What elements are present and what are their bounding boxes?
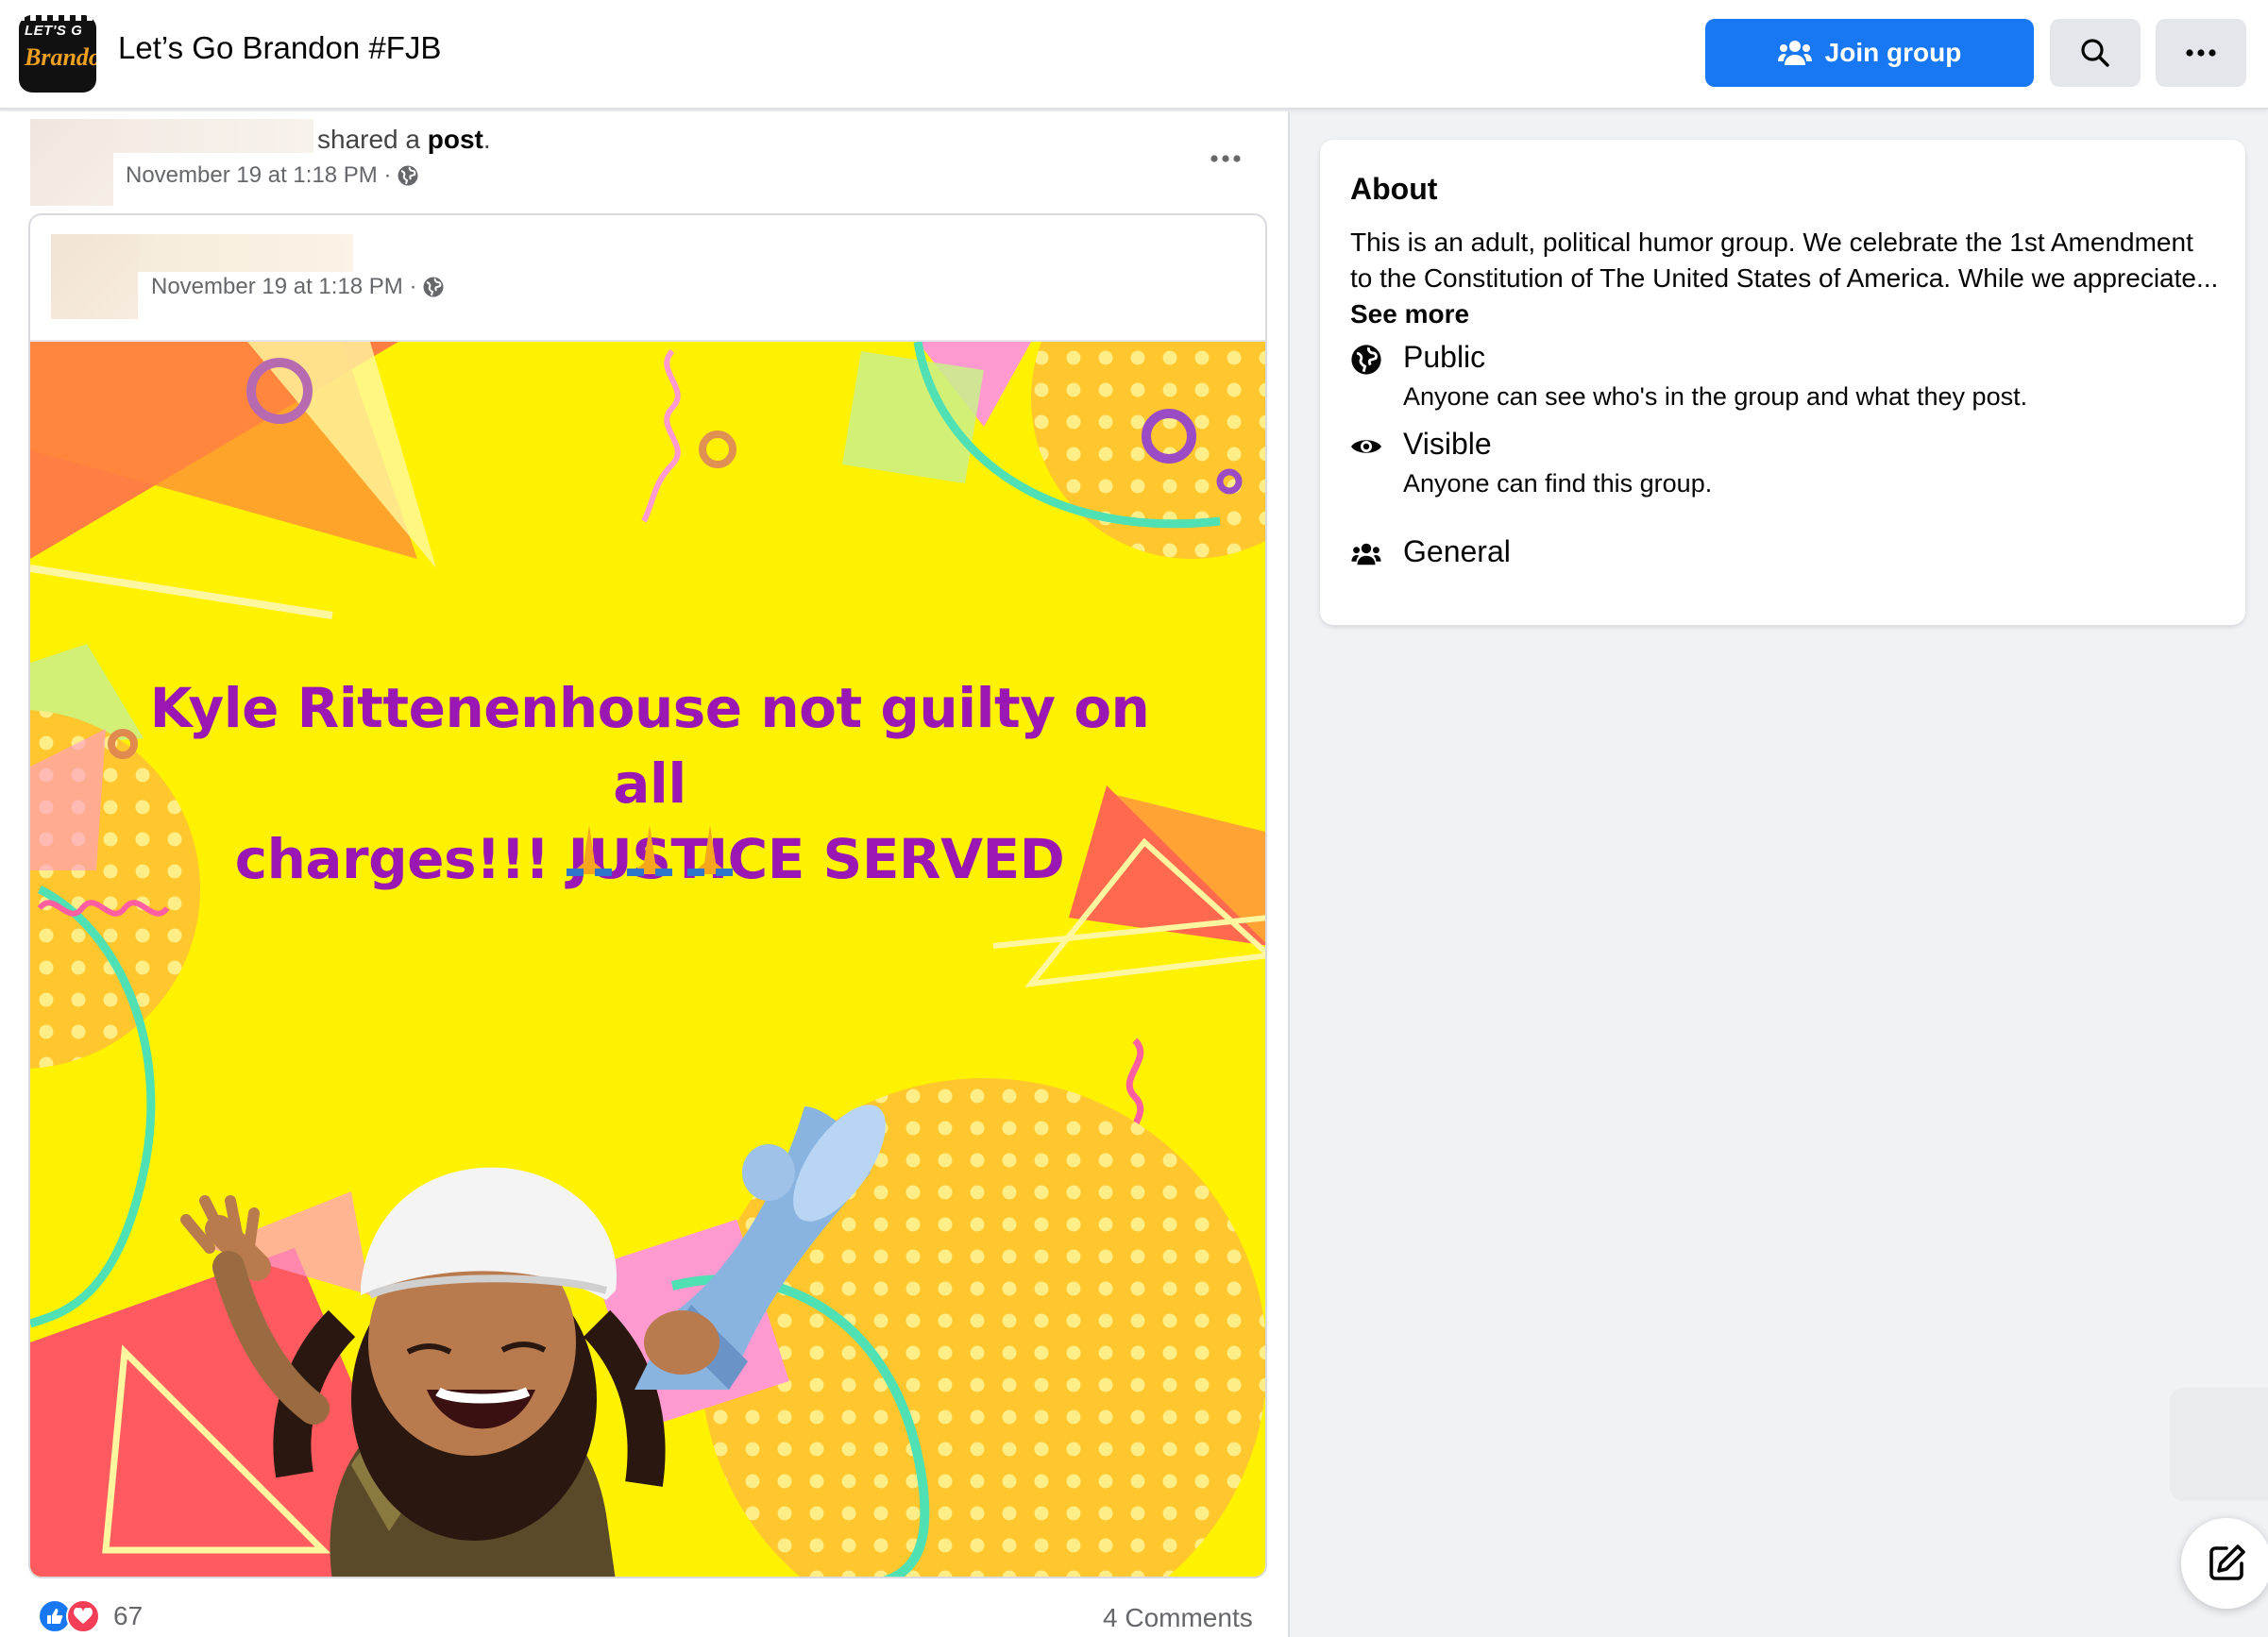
about-title: About: [1350, 172, 1438, 206]
inner-author-avatar-redacted[interactable]: [51, 234, 138, 319]
group-title[interactable]: Let’s Go Brandon #FJB: [118, 30, 441, 66]
post-image[interactable]: Kyle Rittenenhouse not guilty on all cha…: [30, 340, 1265, 1577]
about-card: About This is an adult, political humor …: [1320, 140, 2245, 625]
shared-post-link[interactable]: post: [428, 125, 483, 154]
folded-hands-icon: [567, 825, 733, 876]
feed-post: shared a post. November 19 at 1:18 PM · …: [0, 111, 1290, 1637]
public-title: Public: [1403, 340, 1486, 374]
search-icon: [2081, 39, 2109, 67]
post-image-background: [30, 342, 1265, 1577]
general-title: General: [1403, 534, 1511, 568]
logo-text-bottom: Brando: [25, 43, 96, 71]
visible-description: Anyone can find this group.: [1403, 469, 1713, 498]
love-reaction-icon: [66, 1599, 100, 1633]
shared-post-card[interactable]: November 19 at 1:18 PM · Kyle Rittenenho…: [28, 213, 1267, 1578]
see-more-link[interactable]: See more: [1350, 299, 1469, 329]
more-horizontal-icon: [1210, 155, 1241, 162]
about-description-text: This is an adult, political humor group.…: [1350, 228, 2219, 293]
people-icon: [1350, 538, 1382, 570]
reaction-summary[interactable]: 67: [38, 1599, 143, 1633]
more-horizontal-icon: [2186, 49, 2216, 57]
privacy-public-row: Public Anyone can see who's in the group…: [1350, 340, 2027, 412]
globe-icon: [1350, 344, 1382, 376]
eye-icon: [1350, 430, 1382, 463]
post-timestamp[interactable]: November 19 at 1:18 PM ·: [126, 162, 419, 189]
join-group-button[interactable]: Join group: [1705, 19, 2034, 87]
inner-post-timestamp[interactable]: November 19 at 1:18 PM ·: [151, 274, 445, 300]
visible-title: Visible: [1403, 427, 1492, 461]
globe-icon: [398, 165, 418, 186]
globe-icon: [423, 277, 444, 297]
about-description: This is an adult, political humor group.…: [1350, 225, 2219, 332]
post-options-button[interactable]: [1199, 142, 1252, 176]
group-header: LET'S G Brando Let’s Go Brandon #FJB Joi…: [0, 0, 2268, 110]
comments-count-link[interactable]: 4 Comments: [1103, 1603, 1253, 1633]
checkered-flag-decoration: [19, 15, 96, 21]
new-message-button[interactable]: [2181, 1518, 2268, 1609]
more-options-button[interactable]: [2156, 19, 2246, 87]
logo-text-top: LET'S G: [25, 23, 83, 39]
post-timestamp-text: November 19 at 1:18 PM ·: [126, 162, 392, 188]
group-logo[interactable]: LET'S G Brando: [19, 15, 96, 93]
side-panel-tab[interactable]: [2170, 1388, 2268, 1501]
search-button[interactable]: [2050, 19, 2141, 87]
author-name-redacted[interactable]: [113, 119, 313, 153]
author-avatar-redacted[interactable]: [30, 119, 113, 206]
group-type-row: General: [1350, 534, 1511, 570]
inner-author-name-redacted[interactable]: [138, 234, 353, 272]
public-description: Anyone can see who's in the group and wh…: [1403, 382, 2028, 411]
people-icon: [1777, 41, 1812, 65]
shared-text-period: .: [482, 125, 491, 154]
visibility-row: Visible Anyone can find this group.: [1350, 427, 1712, 498]
headline-line-1: Kyle Rittenenhouse not guilty on all: [149, 676, 1150, 816]
join-group-label: Join group: [1824, 38, 1962, 67]
reaction-count: 67: [113, 1601, 144, 1630]
compose-icon: [2209, 1544, 2245, 1580]
shared-post-text: shared a post.: [317, 125, 491, 155]
shared-text-label: shared a: [317, 125, 420, 154]
inner-timestamp-text: November 19 at 1:18 PM ·: [151, 274, 417, 299]
